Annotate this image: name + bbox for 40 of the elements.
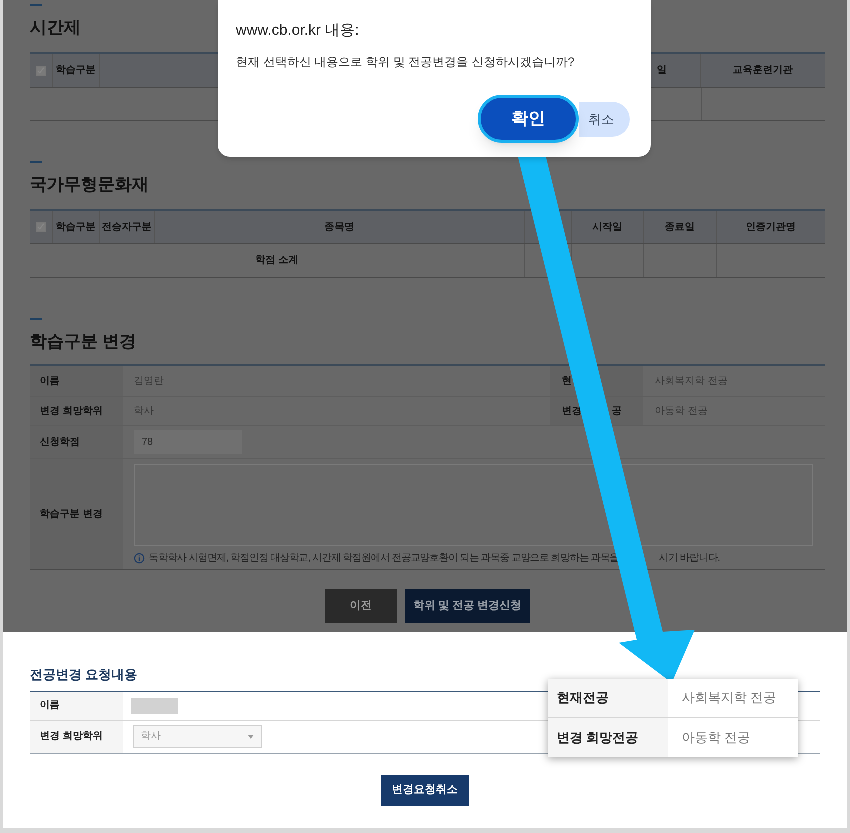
column-header: 시작일	[572, 211, 644, 243]
column-header: 인증기관명	[745, 220, 797, 234]
previous-button[interactable]: 이전	[325, 589, 397, 623]
field-label: 공	[612, 404, 622, 418]
ok-button[interactable]: 확인	[478, 95, 579, 143]
cancel-request-button[interactable]: 변경요청취소	[381, 774, 469, 806]
field-label: 학습구분 변경	[40, 508, 103, 522]
column-header: 종료일	[644, 211, 717, 243]
field-label: 변경 희망전공	[557, 728, 639, 747]
redacted-block	[131, 698, 178, 714]
help-text: 시기 바랍니다.	[659, 552, 720, 566]
field-label: 변경 희망학위	[40, 730, 103, 744]
subtotal-label: 학점 소계	[256, 254, 298, 268]
field-value: 아동학 전공	[682, 728, 751, 747]
column-header: 전승자구분	[100, 211, 155, 243]
field-label: 이름	[40, 699, 60, 713]
dialog-title: www.cb.or.kr 내용:	[236, 21, 360, 41]
field-label: 변경 희망학위	[40, 404, 103, 418]
caret-icon	[248, 734, 254, 738]
info-icon	[134, 553, 145, 564]
checkbox[interactable]	[36, 222, 46, 232]
cancel-button[interactable]: 취소	[579, 102, 630, 137]
column-header: 학습구분	[53, 211, 100, 243]
column-header: 종목명	[155, 211, 525, 243]
field-label: 변경	[562, 404, 582, 418]
field-label: 현재전공	[557, 689, 609, 708]
field-value: 사회복지학 전공	[682, 689, 777, 708]
field-label: 현	[562, 374, 572, 388]
column-header: 교육훈련기관	[732, 64, 794, 78]
section-title: 국가무형문화재	[30, 175, 149, 195]
field-label: 신청학점	[40, 436, 80, 450]
apply-button[interactable]: 학위 및 전공 변경신청	[405, 589, 530, 623]
column-header: 학습구분	[53, 54, 100, 87]
dialog-message: 현재 선택하신 내용으로 학위 및 전공변경을 신청하시겠습니까?	[236, 54, 576, 70]
section-title: 전공변경 요청내용	[30, 666, 139, 684]
section-title: 시간제	[30, 18, 81, 38]
section-title: 학습구분 변경	[30, 332, 137, 352]
field-label: 이름	[40, 374, 60, 388]
checkbox[interactable]	[36, 66, 46, 76]
text-area[interactable]	[134, 464, 813, 546]
